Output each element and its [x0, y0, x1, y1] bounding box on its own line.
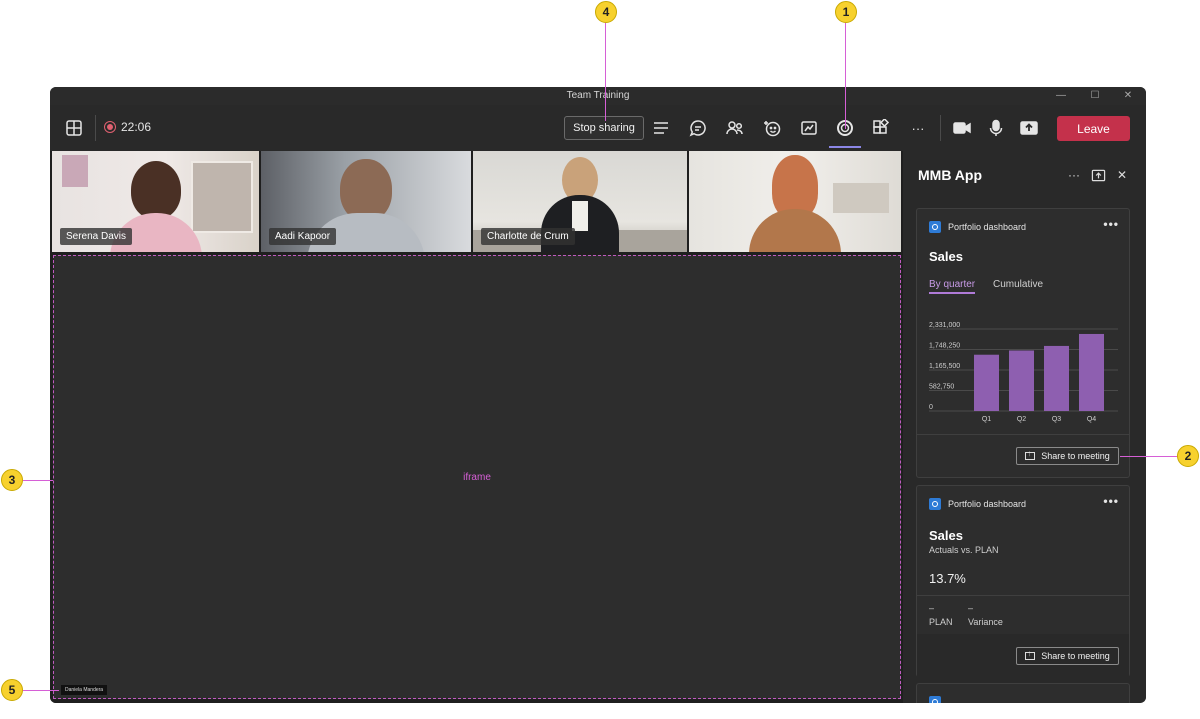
close-window-button[interactable]: ✕ — [1113, 87, 1143, 105]
bar-q2 — [1009, 350, 1034, 411]
callout-1-leader — [845, 23, 846, 129]
maximize-button[interactable]: ☐ — [1080, 87, 1110, 105]
teams-meeting-window: Team Training — ☐ ✕ 22:06 Stop sharing ·… — [50, 87, 1146, 703]
card-footer: Share to meeting — [917, 434, 1129, 478]
participant-name: Aadi Kapoor — [269, 228, 337, 245]
x-tick-label: Q2 — [1017, 416, 1026, 423]
plan-value: – — [929, 603, 935, 613]
share-to-meeting-icon — [1025, 649, 1036, 660]
title-bar: Team Training — ☐ ✕ — [50, 87, 1146, 105]
variance-value: – — [968, 603, 974, 613]
participant-video-charlotte-de-crum[interactable]: Charlotte de Crum — [473, 151, 687, 252]
portfolio-app-icon — [929, 221, 941, 233]
callout-3: 3 — [1, 469, 23, 491]
participant-video-aadi-kapoor[interactable]: Aadi Kapoor — [261, 151, 471, 252]
sales-chart-card: Portfolio dashboard ••• Sales By quarter… — [916, 208, 1130, 478]
toolbar-divider — [940, 115, 941, 141]
grid-icon[interactable] — [61, 115, 87, 141]
x-tick-label: Q1 — [982, 416, 991, 423]
whiteboard-icon[interactable] — [796, 115, 822, 141]
meeting-stage: Serena Davis Aadi Kapoor Charlotte de Cr… — [50, 151, 903, 703]
y-tick-label: 1,748,250 — [929, 343, 960, 350]
minimize-button[interactable]: — — [1046, 87, 1076, 105]
share-to-meeting-label: Share to meeting — [1041, 651, 1110, 661]
leave-button[interactable]: Leave — [1057, 116, 1130, 141]
participant-video-serena-davis[interactable]: Serena Davis — [52, 151, 259, 252]
plan-label: PLAN — [929, 617, 953, 627]
stop-sharing-button[interactable]: Stop sharing — [564, 116, 644, 140]
y-tick-label: 2,331,000 — [929, 322, 960, 329]
meeting-toolbar: 22:06 Stop sharing ··· Leave — [50, 105, 1146, 151]
apps-icon[interactable] — [868, 115, 894, 141]
card-divider — [917, 595, 1129, 596]
y-tick-label: 1,165,500 — [929, 363, 960, 370]
callout-4: 4 — [595, 1, 617, 23]
mic-icon[interactable] — [983, 115, 1009, 141]
callout-1: 1 — [835, 1, 857, 23]
x-tick-label: Q3 — [1052, 416, 1061, 423]
callout-2: 2 — [1177, 445, 1199, 467]
callout-3-leader — [23, 480, 53, 481]
third-card-partial — [916, 683, 1130, 703]
participant-video-4[interactable] — [689, 151, 901, 252]
variance-label: Variance — [968, 617, 1003, 627]
sales-plan-card: Portfolio dashboard ••• Sales Actuals vs… — [916, 485, 1130, 677]
participant-name: Serena Davis — [60, 228, 133, 245]
share-icon[interactable] — [1016, 115, 1042, 141]
callout-2-leader — [1120, 456, 1177, 457]
card-more-icon[interactable]: ••• — [1103, 494, 1119, 508]
camera-icon[interactable] — [949, 115, 975, 141]
bar-q3 — [1044, 345, 1069, 411]
people-icon[interactable] — [722, 115, 748, 141]
card-header: Portfolio dashboard — [929, 498, 1026, 510]
recording-icon — [104, 121, 116, 133]
popout-icon[interactable] — [1089, 166, 1107, 184]
bar-q4 — [1079, 333, 1104, 411]
callout-4-leader — [605, 23, 606, 121]
card-app-name: Portfolio dashboard — [948, 499, 1027, 509]
portfolio-app-icon — [929, 498, 941, 510]
sales-bar-chart: 0 582,750 1,165,500 1,748,250 2,331,000 Q1 Q2 Q… — [929, 322, 1118, 423]
share-to-meeting-button[interactable]: Share to meeting — [1016, 447, 1119, 465]
card-title: Sales — [929, 249, 963, 264]
card-app-name: Portfolio dashboard — [948, 222, 1027, 232]
tab-by-quarter[interactable]: By quarter — [929, 279, 976, 294]
share-to-meeting-label: Share to meeting — [1041, 451, 1110, 461]
share-to-meeting-icon — [1025, 449, 1036, 460]
card-footer: Share to meeting — [917, 634, 1129, 677]
notes-icon[interactable] — [648, 115, 674, 141]
presenter-name-tag: Daniela Mandera — [61, 685, 108, 695]
active-app-indicator — [829, 146, 861, 148]
reactions-icon[interactable] — [759, 115, 785, 141]
share-to-meeting-button[interactable]: Share to meeting — [1016, 647, 1119, 665]
toolbar-divider — [95, 115, 96, 141]
iframe-label: iframe — [463, 472, 491, 483]
timer-text: 22:06 — [121, 120, 152, 134]
portfolio-app-icon — [929, 696, 941, 703]
participant-name: Charlotte de Crum — [481, 228, 575, 245]
panel-more-icon[interactable]: ··· — [1065, 166, 1083, 184]
panel-title: MMB App — [918, 167, 983, 183]
mmb-app-side-panel: MMB App ··· ✕ Portfolio dashboard ••• Sa… — [903, 151, 1146, 703]
variance-percent: 13.7% — [929, 571, 966, 586]
close-panel-icon[interactable]: ✕ — [1113, 166, 1131, 184]
y-tick-label: 0 — [929, 404, 933, 411]
card-title: Sales — [929, 528, 963, 543]
recording-timer: 22:06 — [104, 120, 151, 134]
card-subtitle: Actuals vs. PLAN — [929, 545, 999, 555]
callout-5-leader — [23, 690, 59, 691]
shared-stage-iframe[interactable]: iframe Daniela Mandera — [53, 255, 901, 699]
callout-5: 5 — [1, 679, 23, 701]
figure: 1 4 2 3 5 Team Training — ☐ ✕ 22:06 Stop… — [0, 0, 1200, 719]
window-title: Team Training — [566, 90, 630, 101]
card-more-icon[interactable]: ••• — [1103, 217, 1119, 231]
y-tick-label: 582,750 — [929, 384, 954, 391]
card-header: Portfolio dashboard — [929, 221, 1026, 233]
chat-icon[interactable] — [685, 115, 711, 141]
more-icon[interactable]: ··· — [905, 115, 931, 141]
bar-q1 — [974, 354, 999, 411]
x-tick-label: Q4 — [1087, 416, 1096, 423]
tab-cumulative[interactable]: Cumulative — [993, 279, 1043, 290]
